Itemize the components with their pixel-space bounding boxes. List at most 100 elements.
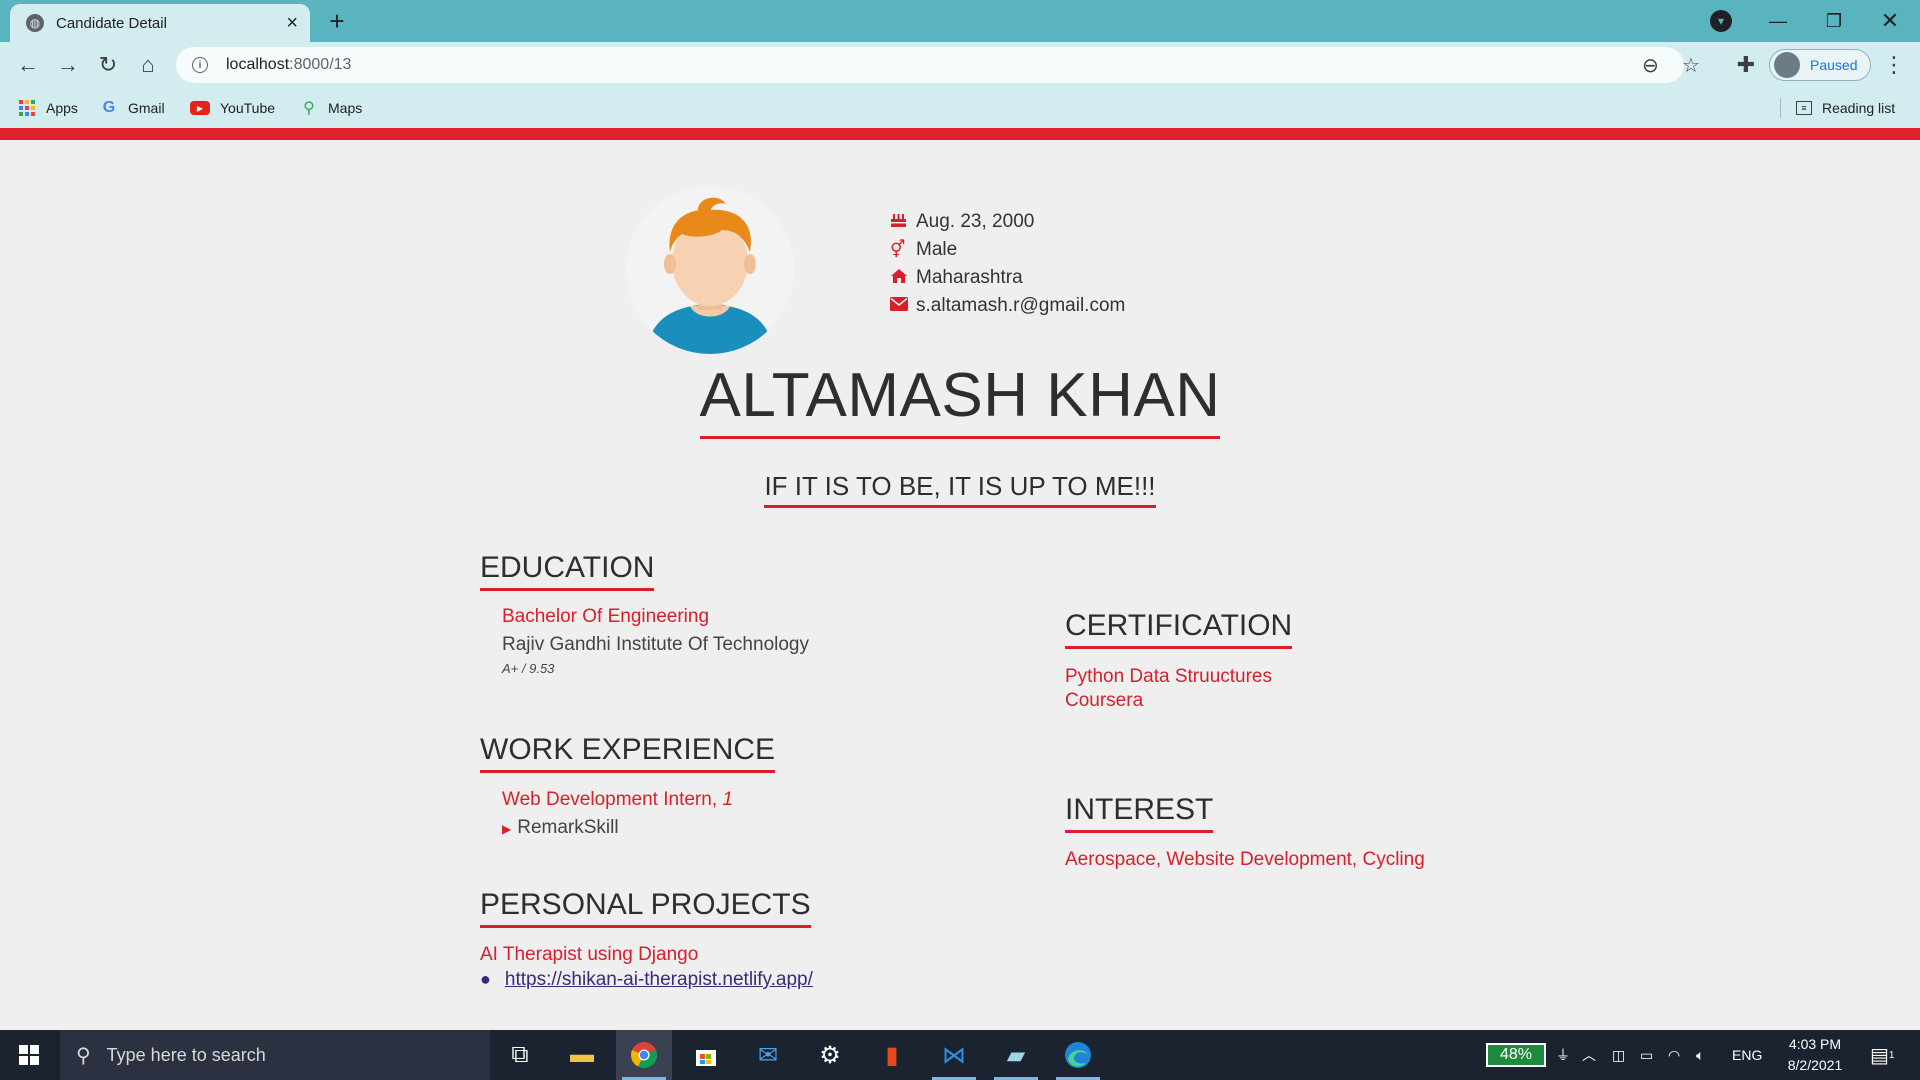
windows-taskbar: ⚲ Type here to search ⧉ ▬ ✉ ⚙ ▮ ⋈ ▰ 48% … xyxy=(0,1030,1920,1080)
office-icon[interactable]: ▮ xyxy=(864,1030,920,1080)
store-icon[interactable] xyxy=(678,1030,734,1080)
url-text[interactable]: localhost:8000/13 xyxy=(226,56,351,74)
interest-list: Aerospace, Website Development, Cycling xyxy=(1065,849,1425,870)
battery-indicator[interactable]: 48% xyxy=(1486,1043,1546,1067)
system-clock[interactable]: 4:03 PM 8/2/2021 xyxy=(1770,1034,1860,1076)
zoom-icon[interactable]: ⊖ xyxy=(1642,53,1659,78)
back-button[interactable]: ← xyxy=(12,49,44,81)
menu-icon[interactable]: ⋮ xyxy=(1878,49,1910,81)
tab-strip: ◍ Candidate Detail × + ▾ — ❐ ✕ xyxy=(0,0,1920,42)
education-institute: Rajiv Gandhi Institute Of Technology xyxy=(502,634,809,655)
email-row: s.altamash.r@gmail.com xyxy=(890,292,1125,320)
certification-provider: Coursera xyxy=(1065,690,1144,711)
candidate-avatar xyxy=(626,186,794,354)
edge-icon[interactable] xyxy=(1050,1030,1106,1080)
profile-label: Paused xyxy=(1810,57,1858,73)
search-placeholder: Type here to search xyxy=(106,1044,266,1065)
close-icon[interactable]: × xyxy=(286,13,298,33)
tab-search-icon[interactable]: ▾ xyxy=(1710,10,1732,32)
volume-icon[interactable]: 🔈︎ xyxy=(1696,1030,1704,1080)
reading-list-icon: ≡ xyxy=(1796,101,1812,115)
envelope-icon xyxy=(890,296,912,316)
header-accent-bar xyxy=(0,128,1920,140)
youtube-icon: ▶ xyxy=(190,101,210,115)
contact-details: Aug. 23, 2000 ⚥ Male Maharashtra s.altam… xyxy=(890,208,1125,320)
gender-text: Male xyxy=(916,239,958,260)
vscode-icon[interactable]: ⋈ xyxy=(926,1030,982,1080)
bookmark-apps[interactable]: Apps xyxy=(18,96,78,120)
minimize-button[interactable]: — xyxy=(1750,0,1806,42)
restore-button[interactable]: ❐ xyxy=(1806,0,1862,42)
email-text: s.altamash.r@gmail.com xyxy=(916,295,1126,316)
wifi-icon[interactable]: ◠ xyxy=(1668,1030,1680,1080)
education-grade: A+ / 9.53 xyxy=(502,661,555,676)
candidate-motto: IF IT IS TO BE, IT IS UP TO ME!!! xyxy=(0,468,1920,508)
dob-text: Aug. 23, 2000 xyxy=(916,211,1035,232)
interest-heading: INTEREST xyxy=(1065,790,1214,833)
search-icon: ⚲ xyxy=(76,1044,91,1067)
work-role: Web Development Intern, 1 xyxy=(502,789,733,810)
windows-logo-icon xyxy=(19,1045,39,1065)
certification-course: Python Data Struuctures xyxy=(1065,666,1272,687)
file-explorer-icon[interactable]: ▬ xyxy=(554,1030,610,1080)
person-illustration-icon xyxy=(626,186,794,354)
gender-icon: ⚥ xyxy=(890,240,906,259)
avatar xyxy=(1774,52,1800,78)
apps-grid-icon xyxy=(18,99,36,117)
home-button[interactable]: ⌂ xyxy=(132,49,164,81)
bullet-icon: ● xyxy=(480,969,491,989)
clock-date: 8/2/2021 xyxy=(1787,1057,1843,1073)
clock-time: 4:03 PM xyxy=(1788,1036,1842,1052)
reading-list-button[interactable]: ≡ Reading list xyxy=(1796,96,1895,120)
mail-icon[interactable]: ✉ xyxy=(740,1030,796,1080)
notification-count: 1 xyxy=(1888,1049,1895,1061)
reload-button[interactable]: ↻ xyxy=(92,49,124,81)
bookmark-maps[interactable]: ⚲ Maps xyxy=(300,96,362,120)
caret-right-icon: ▶ xyxy=(502,822,512,836)
browser-toolbar: ← → ↻ ⌂ i localhost:8000/13 ⊖ ☆ ✚ Paused… xyxy=(0,42,1920,88)
settings-gear-icon[interactable]: ⚙ xyxy=(802,1030,858,1080)
forward-button[interactable]: → xyxy=(52,49,84,81)
battery-icon[interactable]: ▭ xyxy=(1640,1030,1653,1080)
state-text: Maharashtra xyxy=(916,267,1023,288)
bookmark-star-icon[interactable]: ☆ xyxy=(1682,53,1700,78)
notifications-icon[interactable]: ▤ 1 xyxy=(1870,1030,1894,1080)
certification-heading: CERTIFICATION xyxy=(1065,606,1293,649)
notes-app-icon[interactable]: ▰ xyxy=(988,1030,1044,1080)
bookmarks-divider xyxy=(1780,98,1781,118)
work-experience-heading: WORK EXPERIENCE xyxy=(480,730,776,773)
maps-pin-icon: ⚲ xyxy=(303,100,315,117)
close-window-button[interactable]: ✕ xyxy=(1862,0,1918,42)
education-heading: EDUCATION xyxy=(480,548,655,591)
bookmark-gmail[interactable]: G Gmail xyxy=(100,96,165,120)
home-icon xyxy=(890,268,912,289)
bookmark-youtube[interactable]: ▶ YouTube xyxy=(190,96,275,120)
bookmarks-bar: Apps G Gmail ▶ YouTube ⚲ Maps ≡ Reading … xyxy=(0,88,1920,128)
camera-icon[interactable]: ◫ xyxy=(1612,1030,1625,1080)
projects-heading: PERSONAL PROJECTS xyxy=(480,885,811,928)
birthday-cake-icon xyxy=(890,211,912,233)
tab-candidate-detail[interactable]: ◍ Candidate Detail × xyxy=(10,4,310,42)
new-tab-button[interactable]: + xyxy=(322,6,352,36)
task-view-icon[interactable]: ⧉ xyxy=(492,1030,548,1080)
language-indicator[interactable]: ENG xyxy=(1732,1030,1762,1080)
work-company: ▶ RemarkSkill xyxy=(502,817,619,838)
gender-row: ⚥ Male xyxy=(890,236,1125,264)
start-button[interactable] xyxy=(0,1030,58,1080)
project-link[interactable]: https://shikan-ai-therapist.netlify.app/ xyxy=(505,969,813,990)
tab-title: Candidate Detail xyxy=(56,14,167,32)
extensions-icon[interactable]: ✚ xyxy=(1730,49,1762,81)
show-hidden-icons-icon[interactable]: ︿ xyxy=(1582,1030,1596,1080)
globe-icon: ◍ xyxy=(26,14,44,32)
dob-row: Aug. 23, 2000 xyxy=(890,208,1125,236)
chrome-icon[interactable] xyxy=(616,1030,672,1080)
state-row: Maharashtra xyxy=(890,264,1125,292)
education-degree: Bachelor Of Engineering xyxy=(502,606,710,627)
work-duration: 1 xyxy=(722,789,733,810)
project-link-row: ● https://shikan-ai-therapist.netlify.app… xyxy=(480,966,813,993)
site-info-icon[interactable]: i xyxy=(192,57,208,73)
taskbar-search[interactable]: ⚲ Type here to search xyxy=(60,1030,490,1080)
address-bar[interactable]: i localhost:8000/13 ⊖ ☆ xyxy=(176,47,1700,83)
power-plug-icon[interactable]: ⏚ xyxy=(1556,1030,1570,1080)
profile-button[interactable]: Paused xyxy=(1769,49,1871,81)
